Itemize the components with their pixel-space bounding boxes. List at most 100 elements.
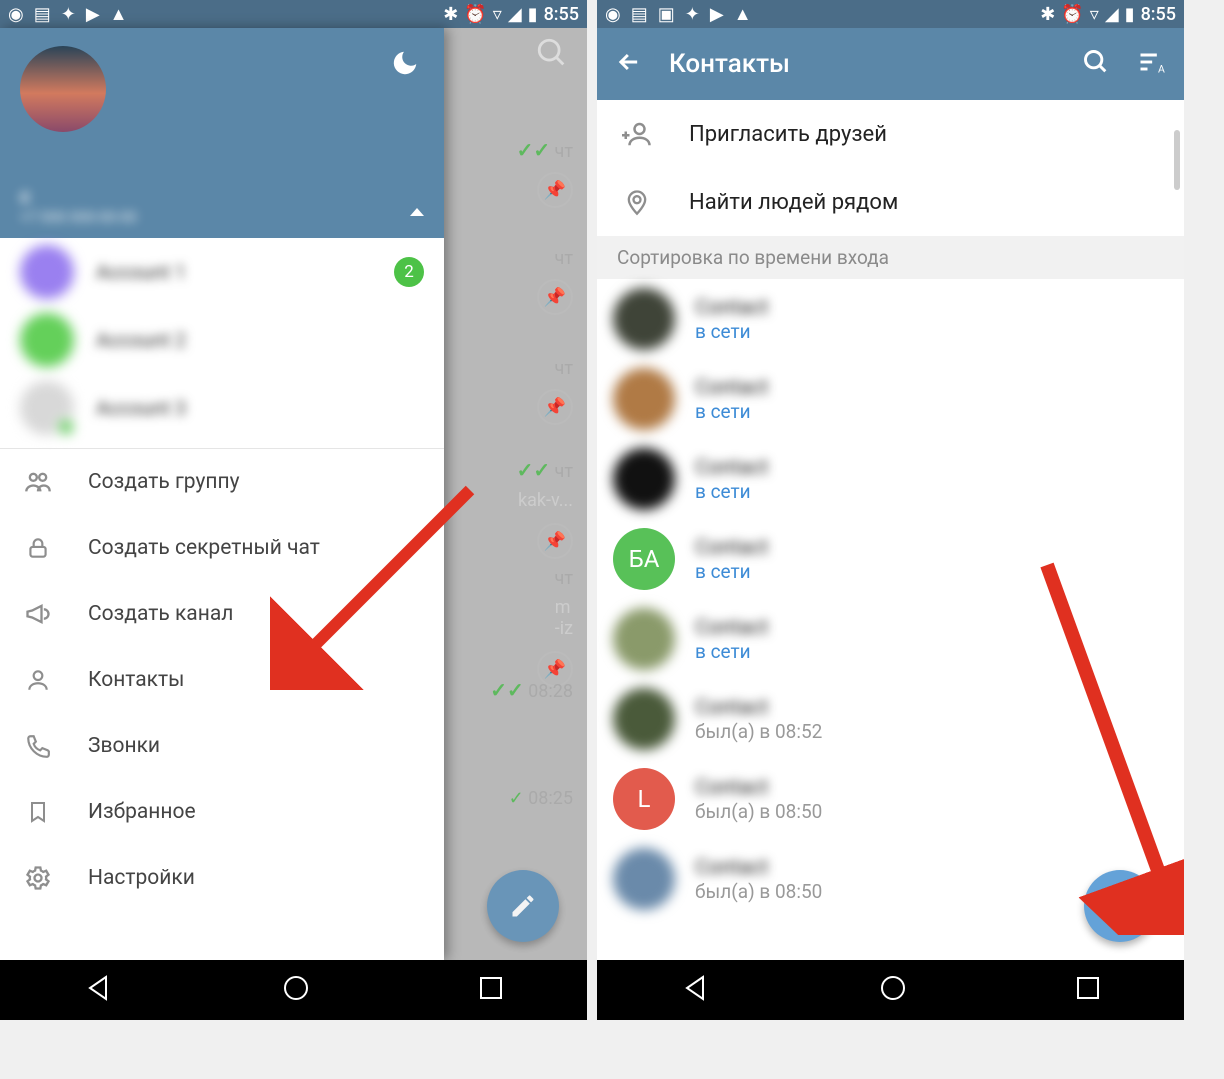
play-icon: ▶ <box>710 4 724 25</box>
avatar <box>613 608 675 670</box>
chat-row[interactable]: ✓✓ чт📌 <box>517 138 573 208</box>
avatar <box>20 313 74 367</box>
scrollbar[interactable] <box>1174 130 1180 190</box>
contact-item[interactable]: Contactв сети <box>597 279 1184 359</box>
menu-new-group[interactable]: Создать группу <box>0 449 444 515</box>
contact-status: был(а) в 08:52 <box>695 720 822 743</box>
contact-status: в сети <box>695 320 768 343</box>
contact-status: в сети <box>695 400 768 423</box>
avatar <box>613 448 675 510</box>
account-item[interactable]: ✓ Account 3 <box>0 374 444 442</box>
battery-icon: ▮ <box>528 4 538 25</box>
alarm-icon: ⏰ <box>1061 4 1083 25</box>
home-button[interactable] <box>281 973 311 1007</box>
recents-button[interactable] <box>1075 975 1101 1005</box>
android-navbar <box>0 960 587 1020</box>
contact-status: был(а) в 08:50 <box>695 880 822 903</box>
gear-icon <box>24 864 52 892</box>
status-bar: ◉ ▤ ✦ ▶ ▲ ✱ ⏰ ▿ ◢ ▮ 8:55 <box>0 0 587 28</box>
contact-name: Contact <box>695 616 768 640</box>
avatar <box>613 688 675 750</box>
battery-icon: ▮ <box>1125 4 1135 25</box>
wifi-icon: ▿ <box>1090 4 1099 25</box>
contact-name: Contact <box>695 856 822 880</box>
warning-icon: ▲ <box>734 4 752 25</box>
menu-new-secret-chat[interactable]: Создать секретный чат <box>0 515 444 581</box>
person-icon <box>24 667 52 693</box>
check-icon: ✓ <box>56 417 76 437</box>
avatar: ✓ <box>20 381 74 435</box>
alarm-icon: ⏰ <box>464 4 486 25</box>
chat-row[interactable]: ✓ 08:25 <box>509 788 573 809</box>
message-icon: ▤ <box>631 4 648 25</box>
warning-icon: ▲ <box>110 4 128 25</box>
menu-saved[interactable]: Избранное <box>0 779 444 845</box>
contact-name: Contact <box>695 696 822 720</box>
back-button[interactable] <box>681 973 711 1007</box>
contact-name: Contact <box>695 296 768 320</box>
account-name: Account 2 <box>96 328 186 352</box>
section-header: Сортировка по времени входа <box>597 236 1184 279</box>
avatar: L <box>613 768 675 830</box>
menu-settings[interactable]: Настройки <box>0 845 444 911</box>
user-phone: +7 000 000-00-00 <box>20 208 137 226</box>
chat-row[interactable]: чт📌 <box>537 358 573 425</box>
bookmark-icon <box>24 799 52 825</box>
contact-name: Contact <box>695 456 768 480</box>
bluetooth-icon: ✱ <box>1040 4 1055 25</box>
drawer-header: c +7 000 000-00-00 <box>0 28 444 238</box>
home-button[interactable] <box>878 973 908 1007</box>
avatar <box>20 245 74 299</box>
contact-status: в сети <box>695 480 768 503</box>
search-icon[interactable] <box>1082 48 1110 80</box>
recents-button[interactable] <box>478 975 504 1005</box>
night-mode-icon[interactable] <box>390 48 420 82</box>
add-contact-fab[interactable] <box>1084 870 1156 942</box>
sort-icon[interactable]: A <box>1136 48 1166 80</box>
menu-contacts[interactable]: Контакты <box>0 647 444 713</box>
people-nearby[interactable]: Найти людей рядом <box>597 168 1184 236</box>
back-button[interactable] <box>84 973 114 1007</box>
account-item[interactable]: Account 2 <box>0 306 444 374</box>
contact-item[interactable]: Contactв сети <box>597 599 1184 679</box>
contact-item[interactable]: БАContactв сети <box>597 519 1184 599</box>
location-icon <box>621 187 653 217</box>
account-item[interactable]: Account 1 2 <box>0 238 444 306</box>
contact-item[interactable]: Contactбыл(а) в 08:52 <box>597 679 1184 759</box>
account-list: Account 1 2 Account 2 ✓ Account 3 <box>0 238 444 442</box>
contact-item[interactable]: Contactв сети <box>597 439 1184 519</box>
contact-name: Contact <box>695 776 822 800</box>
sync-icon: ✦ <box>685 4 700 25</box>
phone-right: ◉ ▤ ▣ ✦ ▶ ▲ ✱ ⏰ ▿ ◢ ▮ 8:55 Контакты A <box>597 0 1184 1020</box>
compass-icon: ◉ <box>8 4 24 25</box>
menu-label: Звонки <box>88 734 160 758</box>
menu-calls[interactable]: Звонки <box>0 713 444 779</box>
compose-fab[interactable] <box>487 870 559 942</box>
page-title: Контакты <box>669 49 1056 79</box>
chat-row[interactable]: чтm -iz📌 <box>537 568 573 687</box>
chat-row[interactable]: ✓✓ чтkak-v...📌 <box>517 458 573 559</box>
lock-icon <box>24 535 52 561</box>
invite-friends[interactable]: Пригласить друзей <box>597 100 1184 168</box>
action-label: Пригласить друзей <box>689 122 887 147</box>
status-bar: ◉ ▤ ▣ ✦ ▶ ▲ ✱ ⏰ ▿ ◢ ▮ 8:55 <box>597 0 1184 28</box>
menu-label: Создать группу <box>88 470 240 494</box>
contact-status: был(а) в 08:50 <box>695 800 822 823</box>
chat-row[interactable]: чт📌 <box>537 248 573 315</box>
contact-item[interactable]: L Contactбыл(а) в 08:50 <box>597 759 1184 839</box>
account-name: Account 1 <box>96 260 186 284</box>
contact-item[interactable]: Contactв сети <box>597 359 1184 439</box>
account-switcher[interactable]: c +7 000 000-00-00 <box>20 184 424 226</box>
avatar[interactable] <box>20 46 106 132</box>
menu-new-channel[interactable]: Создать канал <box>0 581 444 647</box>
chat-row[interactable]: ✓✓ 08:28 <box>490 678 573 702</box>
svg-text:A: A <box>1158 63 1165 76</box>
back-icon[interactable] <box>615 48 643 80</box>
contact-status: в сети <box>695 560 768 583</box>
android-navbar <box>597 960 1184 1020</box>
contact-name: Contact <box>695 376 768 400</box>
bluetooth-icon: ✱ <box>443 4 458 25</box>
image-icon: ▣ <box>658 4 675 25</box>
avatar: БА <box>613 528 675 590</box>
user-name: c <box>20 184 137 208</box>
